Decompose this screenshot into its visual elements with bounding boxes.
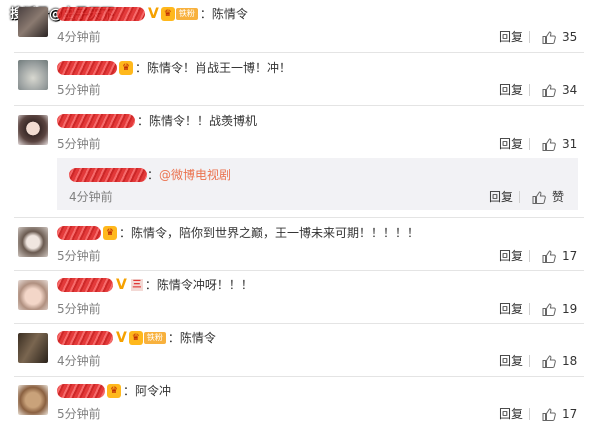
reply-button[interactable]: 回复 xyxy=(499,302,523,316)
comment-time: 5分钟前 xyxy=(57,137,101,151)
divider xyxy=(529,84,530,96)
avatar[interactable] xyxy=(18,385,48,415)
reply-button[interactable]: 回复 xyxy=(499,407,523,421)
like-button[interactable]: 19 xyxy=(542,302,577,316)
comment-text: ：陈情令！！战羡博机 xyxy=(137,114,258,128)
like-count: 17 xyxy=(562,407,578,421)
comment-header: V ♛ 铁粉 ：陈情令 xyxy=(57,330,216,346)
fan-badge: 铁粉 xyxy=(143,332,166,344)
reply-button[interactable]: 回复 xyxy=(499,30,523,44)
divider xyxy=(529,31,530,43)
verified-v-icon: V xyxy=(116,330,127,346)
comment-text: ：陈情令 xyxy=(167,331,216,345)
divider xyxy=(529,355,530,367)
row-divider xyxy=(14,52,584,53)
comment-time: 4分钟前 xyxy=(57,354,101,368)
like-button[interactable]: 31 xyxy=(542,137,577,151)
divider xyxy=(529,408,530,420)
sub-reply-box: ： @微博电视剧 4分钟前 回复 赞 xyxy=(57,158,578,210)
row-divider xyxy=(14,105,584,106)
sub-reply-button[interactable]: 回复 xyxy=(489,190,513,204)
row-divider xyxy=(14,270,584,271)
divider xyxy=(529,250,530,262)
verified-v-icon: V xyxy=(116,277,127,293)
divider xyxy=(529,138,530,150)
avatar[interactable] xyxy=(18,333,48,363)
vip-crown-icon: ♛ xyxy=(119,61,133,75)
row-divider xyxy=(14,376,584,377)
reply-button[interactable]: 回复 xyxy=(499,83,523,97)
redacted-username[interactable] xyxy=(57,61,117,75)
comment-header: ：陈情令！！战羡博机 xyxy=(57,113,257,129)
comment-text: ：陈情令 xyxy=(199,7,248,21)
thumbs-up-icon xyxy=(542,250,556,263)
like-button[interactable]: 35 xyxy=(542,30,577,44)
thumbs-up-icon xyxy=(542,84,556,97)
like-count: 35 xyxy=(562,30,578,44)
redacted-username[interactable] xyxy=(57,331,113,345)
vip-crown-icon: ♛ xyxy=(103,226,117,240)
vip-crown-icon: ♛ xyxy=(160,7,175,21)
sub-reply-header: ： @微博电视剧 xyxy=(69,167,231,183)
thumbs-up-icon xyxy=(542,138,556,151)
reply-button[interactable]: 回复 xyxy=(499,137,523,151)
like-label: 赞 xyxy=(552,190,565,204)
avatar[interactable] xyxy=(18,60,48,90)
divider xyxy=(519,191,520,203)
sub-reply-time: 4分钟前 xyxy=(69,190,113,204)
like-count: 31 xyxy=(562,137,578,151)
avatar[interactable] xyxy=(18,7,48,37)
vip-crown-icon: ♛ xyxy=(107,384,121,398)
thumbs-up-icon xyxy=(532,191,546,204)
like-button[interactable]: 17 xyxy=(542,407,577,421)
like-count: 34 xyxy=(562,83,578,97)
like-button[interactable]: 17 xyxy=(542,249,577,263)
thumbs-up-icon xyxy=(542,31,556,44)
like-count: 17 xyxy=(562,249,578,263)
sub-reply-prefix: ： xyxy=(147,168,160,182)
redacted-username[interactable] xyxy=(57,226,101,240)
avatar[interactable] xyxy=(18,115,48,145)
comment-header: V 三 ：陈情令冲呀！！！ xyxy=(57,277,253,293)
thumbs-up-icon xyxy=(542,355,556,368)
comment-text: ：陈情令冲呀！！！ xyxy=(144,278,253,292)
thumbs-up-icon xyxy=(542,408,556,421)
comment-header: ♛ ：陈情令，陪你到世界之巅，王一博未来可期！！！！！ xyxy=(57,225,419,241)
comment-text: ：阿令冲 xyxy=(123,384,172,398)
thumbs-up-icon xyxy=(542,303,556,316)
reply-button[interactable]: 回复 xyxy=(499,354,523,368)
reply-button[interactable]: 回复 xyxy=(499,249,523,263)
redacted-username[interactable] xyxy=(57,384,105,398)
verified-v-icon: V xyxy=(148,6,159,22)
vip-crown-icon: ♛ xyxy=(128,331,143,345)
comment-time: 5分钟前 xyxy=(57,302,101,316)
row-divider xyxy=(14,323,584,324)
redacted-username[interactable] xyxy=(57,278,113,292)
redacted-username[interactable] xyxy=(57,7,145,21)
level-badge: 三 xyxy=(130,279,143,291)
comment-header: ♛ ：阿令冲 xyxy=(57,383,171,399)
comment-time: 5分钟前 xyxy=(57,249,101,263)
comment-header: ♛ ：陈情令！肖战王一博！冲！ xyxy=(57,60,291,76)
row-divider xyxy=(14,217,584,218)
comment-time: 5分钟前 xyxy=(57,83,101,97)
mention-link[interactable]: @微博电视剧 xyxy=(159,167,231,183)
like-count: 19 xyxy=(562,302,578,316)
comment-time: 5分钟前 xyxy=(57,407,101,421)
sub-like-button[interactable]: 赞 xyxy=(532,190,564,204)
avatar[interactable] xyxy=(18,280,48,310)
comment-text: ：陈情令，陪你到世界之巅，王一博未来可期！！！！！ xyxy=(119,226,420,240)
comment-text: ：陈情令！肖战王一博！冲！ xyxy=(135,61,292,75)
avatar[interactable] xyxy=(18,227,48,257)
fan-badge: 铁粉 xyxy=(175,8,198,20)
comment-header: V ♛ 铁粉 ：陈情令 xyxy=(57,6,248,22)
redacted-username[interactable] xyxy=(69,168,147,182)
divider xyxy=(529,303,530,315)
comment-time: 4分钟前 xyxy=(57,30,101,44)
like-count: 18 xyxy=(562,354,578,368)
like-button[interactable]: 34 xyxy=(542,83,577,97)
redacted-username[interactable] xyxy=(57,114,135,128)
like-button[interactable]: 18 xyxy=(542,354,577,368)
